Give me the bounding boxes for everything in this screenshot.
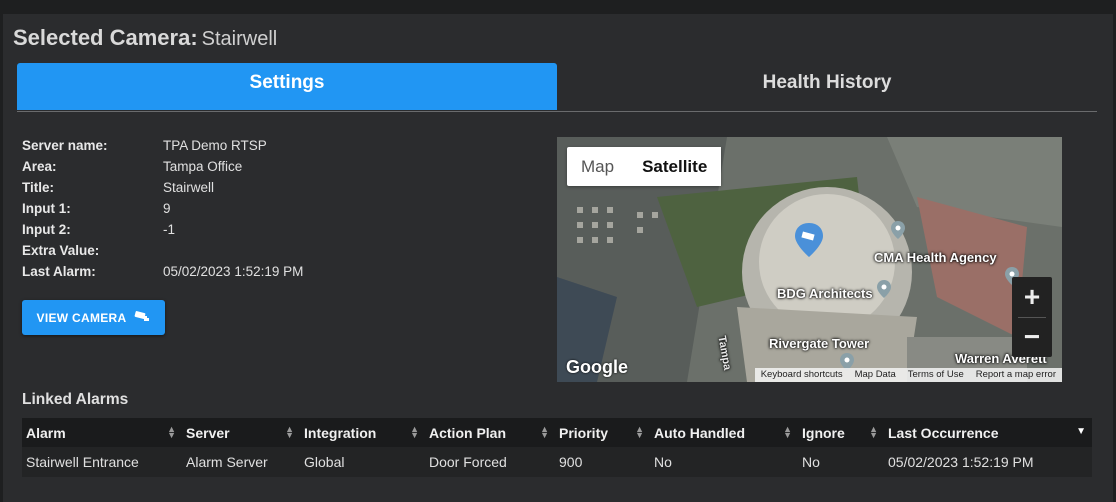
cctv-camera-icon	[134, 310, 150, 325]
table-row[interactable]: Stairwell Entrance Alarm Server Global D…	[22, 447, 1092, 477]
column-header-auto-handled[interactable]: Auto Handled ▲ ▼	[650, 418, 798, 447]
detail-value: -1	[163, 222, 176, 237]
map-label: CMA Health Agency	[874, 250, 997, 265]
sort-icon: ▲ ▼	[783, 424, 792, 440]
cell-action-plan: Door Forced	[425, 447, 555, 477]
detail-value: 9	[163, 201, 171, 216]
detail-value: 05/02/2023 1:52:19 PM	[163, 264, 304, 279]
map-data-link[interactable]: Map Data	[849, 368, 902, 382]
map-type-satellite-button[interactable]: Satellite	[628, 147, 722, 186]
camera-marker-icon[interactable]	[793, 223, 825, 257]
detail-key: Input 2:	[22, 222, 71, 237]
column-header-integration[interactable]: Integration ▲ ▼	[300, 418, 425, 447]
report-map-error-link[interactable]: Report a map error	[970, 368, 1062, 382]
detail-key: Extra Value:	[22, 243, 100, 258]
detail-key: Server name:	[22, 138, 108, 153]
detail-key: Input 1:	[22, 201, 71, 216]
sort-icon: ▲ ▼	[635, 424, 644, 440]
column-header-alarm[interactable]: Alarm ▲ ▼	[22, 418, 182, 447]
view-camera-label: VIEW CAMERA	[36, 310, 127, 325]
tab-health-history[interactable]: Health History	[557, 63, 1097, 110]
table-header-row: Alarm ▲ ▼ Server ▲ ▼ Integration ▲ ▼ Action Pl…	[22, 418, 1092, 447]
tab-settings[interactable]: Settings	[17, 63, 557, 110]
map-type-map-button[interactable]: Map	[567, 147, 628, 186]
place-pin-icon[interactable]	[891, 221, 905, 239]
cell-server: Alarm Server	[182, 447, 300, 477]
google-logo[interactable]: Google	[566, 357, 628, 378]
camera-panel: Selected Camera: Stairwell Settings Healt…	[3, 14, 1113, 502]
cell-alarm: Stairwell Entrance	[22, 447, 182, 477]
detail-key: Area:	[22, 159, 57, 174]
sort-icon: ▲ ▼	[410, 424, 419, 440]
column-header-priority[interactable]: Priority ▲ ▼	[555, 418, 650, 447]
camera-location-map[interactable]: CMA Health Agency BDG Architects Riverga…	[557, 137, 1062, 382]
map-label: Rivergate Tower	[769, 336, 870, 351]
page-title: Selected Camera: Stairwell	[13, 25, 277, 51]
sort-icon: ▲ ▼	[285, 424, 294, 440]
zoom-divider	[1018, 317, 1046, 318]
sort-desc-icon: ▼	[1076, 426, 1086, 437]
map-type-control: Map Satellite	[567, 147, 722, 186]
cell-integration: Global	[300, 447, 425, 477]
sort-icon: ▲ ▼	[869, 424, 878, 440]
column-header-ignore[interactable]: Ignore ▲ ▼	[798, 418, 884, 447]
zoom-control: + −	[1012, 277, 1052, 357]
keyboard-shortcuts-link[interactable]: Keyboard shortcuts	[755, 368, 849, 382]
column-header-server[interactable]: Server ▲ ▼	[182, 418, 300, 447]
cell-ignore: No	[798, 447, 884, 477]
cell-auto-handled: No	[650, 447, 798, 477]
detail-value: Tampa Office	[163, 159, 243, 174]
detail-value: Stairwell	[163, 180, 215, 195]
sort-icon: ▲ ▼	[167, 424, 176, 440]
map-label: BDG Architects	[777, 286, 873, 301]
cell-last-occurrence: 05/02/2023 1:52:19 PM	[884, 447, 1092, 477]
sort-icon: ▲ ▼	[540, 424, 549, 440]
place-pin-icon[interactable]	[877, 280, 891, 298]
detail-key: Last Alarm:	[22, 264, 96, 279]
view-camera-button[interactable]: VIEW CAMERA	[22, 300, 165, 335]
column-header-action-plan[interactable]: Action Plan ▲ ▼	[425, 418, 555, 447]
zoom-out-button[interactable]: −	[1012, 317, 1052, 357]
terms-of-use-link[interactable]: Terms of Use	[902, 368, 970, 382]
detail-value: TPA Demo RTSP	[163, 138, 267, 153]
cell-priority: 900	[555, 447, 650, 477]
column-header-last-occurrence[interactable]: Last Occurrence ▼	[884, 418, 1092, 447]
linked-alarms-heading: Linked Alarms	[22, 391, 129, 408]
linked-alarms-table: Alarm ▲ ▼ Server ▲ ▼ Integration ▲ ▼ Action Pl…	[22, 418, 1092, 477]
detail-key: Title:	[22, 180, 55, 195]
zoom-in-button[interactable]: +	[1012, 277, 1052, 317]
map-footer: Keyboard shortcuts Map Data Terms of Use…	[754, 368, 1062, 382]
title-label: Selected Camera:	[13, 25, 198, 50]
tab-bar: Settings Health History	[17, 63, 1097, 112]
selected-camera-name: Stairwell	[201, 28, 278, 50]
